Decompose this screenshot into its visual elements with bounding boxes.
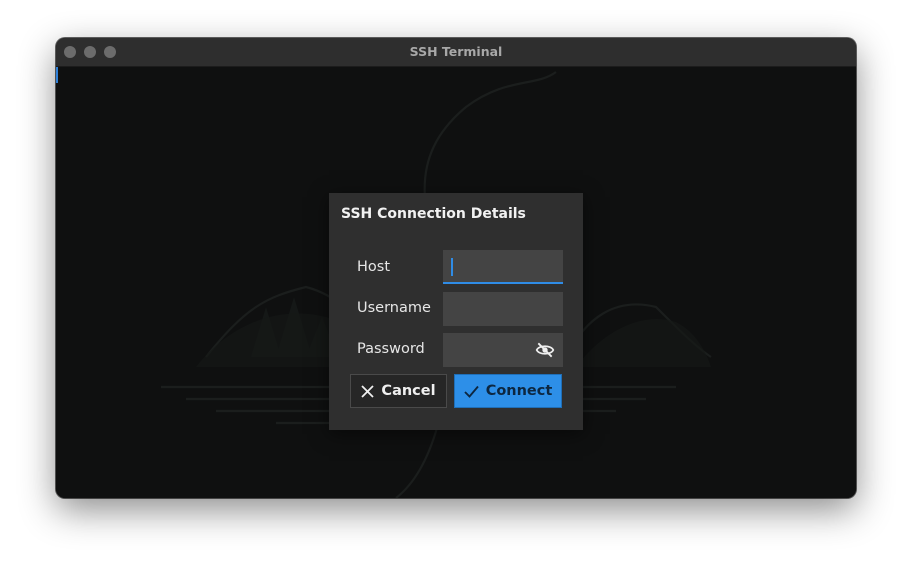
text-cursor [451,258,453,276]
username-input[interactable] [443,292,563,326]
terminal-cursor [56,67,58,83]
password-label: Password [357,341,425,357]
connect-button[interactable]: Connect [454,374,562,408]
x-icon [361,384,375,398]
title-bar[interactable]: SSH Terminal [56,38,856,67]
check-icon [464,385,479,398]
password-input[interactable] [443,333,563,367]
cancel-button[interactable]: Cancel [350,374,447,408]
username-label: Username [357,300,431,316]
ssh-connection-dialog: SSH Connection Details Host Username Pas… [329,193,583,430]
app-window: SSH Terminal SSH Connection Details Host… [56,38,856,498]
eye-off-icon[interactable] [535,340,555,360]
host-label: Host [357,259,391,275]
window-title: SSH Terminal [409,44,503,59]
dialog-title: SSH Connection Details [341,206,526,222]
cancel-button-label: Cancel [381,383,436,399]
connect-button-label: Connect [485,383,553,399]
terminal-area[interactable]: SSH Connection Details Host Username Pas… [56,67,856,498]
host-input[interactable] [443,250,563,284]
